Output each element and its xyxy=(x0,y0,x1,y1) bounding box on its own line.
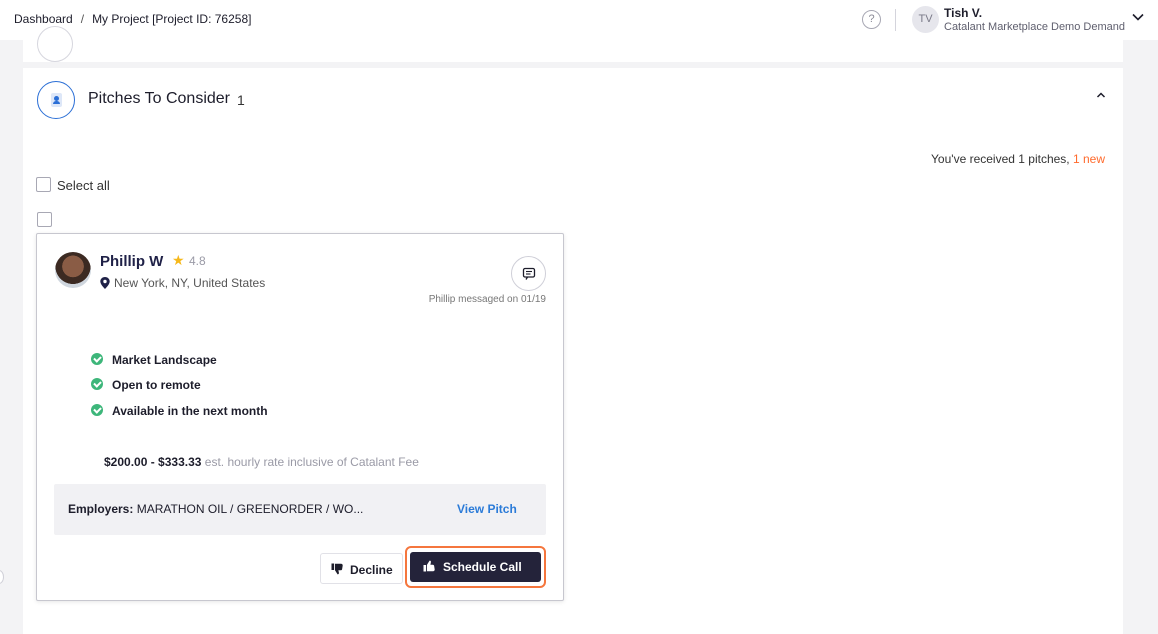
breadcrumb-separator: / xyxy=(80,12,85,26)
top-bar: Dashboard / My Project [Project ID: 76258]… xyxy=(0,0,1158,40)
schedule-call-label: Schedule Call xyxy=(443,560,522,574)
rate-note: est. hourly rate inclusive of Catalant F… xyxy=(204,455,419,469)
consultant-location: New York, NY, United States xyxy=(114,276,266,290)
schedule-call-button[interactable]: Schedule Call xyxy=(410,552,541,582)
breadcrumb-current: My Project [Project ID: 76258] xyxy=(92,12,252,26)
feature-item: Available in the next month xyxy=(91,404,268,418)
avatar[interactable] xyxy=(55,252,91,288)
feature-label: Available in the next month xyxy=(112,404,268,418)
decline-label: Decline xyxy=(350,563,393,577)
new-pitches-count: 1 new xyxy=(1072,152,1105,166)
hourly-rate: $200.00 - $333.33 est. hourly rate inclu… xyxy=(104,455,419,469)
divider xyxy=(895,9,896,31)
pitch-checkbox[interactable] xyxy=(37,212,52,227)
check-circle-icon xyxy=(91,353,103,365)
section-title: Pitches To Consider xyxy=(88,90,230,107)
decline-button[interactable]: Decline xyxy=(320,553,403,584)
previous-section xyxy=(23,26,1123,62)
summary-text: You've received 1 pitches, xyxy=(931,152,1073,166)
previous-section-icon xyxy=(37,26,73,62)
pitches-panel: Pitches To Consider 1 You've received 1 … xyxy=(23,68,1123,634)
view-pitch-link[interactable]: View Pitch xyxy=(457,502,517,516)
check-circle-icon xyxy=(91,378,103,390)
message-button[interactable] xyxy=(511,256,546,291)
section-count: 1 xyxy=(237,92,245,108)
thumbs-down-icon xyxy=(331,563,343,575)
user-avatar[interactable]: TV xyxy=(912,6,939,33)
chevron-down-icon[interactable] xyxy=(1131,10,1145,24)
consultant-name[interactable]: Phillip W xyxy=(100,253,163,270)
chevron-up-icon[interactable] xyxy=(1094,88,1108,102)
schedule-call-highlight: Schedule Call xyxy=(405,546,546,588)
feature-label: Market Landscape xyxy=(112,353,217,367)
message-icon xyxy=(522,267,536,280)
breadcrumb: Dashboard / My Project [Project ID: 76258] xyxy=(14,12,251,26)
pitches-received-summary: You've received 1 pitches, 1 new xyxy=(931,152,1105,166)
breadcrumb-dashboard-link[interactable]: Dashboard xyxy=(14,12,73,26)
check-circle-icon xyxy=(91,404,103,416)
feature-label: Open to remote xyxy=(112,378,201,392)
user-organization: Catalant Marketplace Demo Demand xyxy=(944,21,1125,33)
rate-value: $200.00 - $333.33 xyxy=(104,455,202,469)
select-all-checkbox[interactable] xyxy=(36,177,51,192)
pitch-card: Phillip W ★ 4.8 New York, NY, United Sta… xyxy=(36,233,564,601)
pitch-section-icon xyxy=(37,81,75,119)
help-icon[interactable]: ? xyxy=(862,10,881,29)
star-icon: ★ xyxy=(172,252,185,268)
feature-item: Market Landscape xyxy=(91,353,217,367)
consultant-rating: 4.8 xyxy=(189,254,206,268)
message-note: Phillip messaged on 01/19 xyxy=(428,294,546,305)
employers-box: Employers: MARATHON OIL / GREENORDER / W… xyxy=(54,484,546,535)
user-name[interactable]: Tish V. xyxy=(944,6,982,20)
location-pin-icon xyxy=(100,277,110,289)
feature-item: Open to remote xyxy=(91,378,201,392)
thumbs-up-icon xyxy=(423,560,435,572)
select-all-label[interactable]: Select all xyxy=(57,178,110,193)
employers-value: MARATHON OIL / GREENORDER / WO... xyxy=(136,502,364,516)
employers-label: Employers: xyxy=(68,502,134,516)
employers: Employers: MARATHON OIL / GREENORDER / W… xyxy=(68,502,363,516)
scroll-nub xyxy=(0,570,4,584)
